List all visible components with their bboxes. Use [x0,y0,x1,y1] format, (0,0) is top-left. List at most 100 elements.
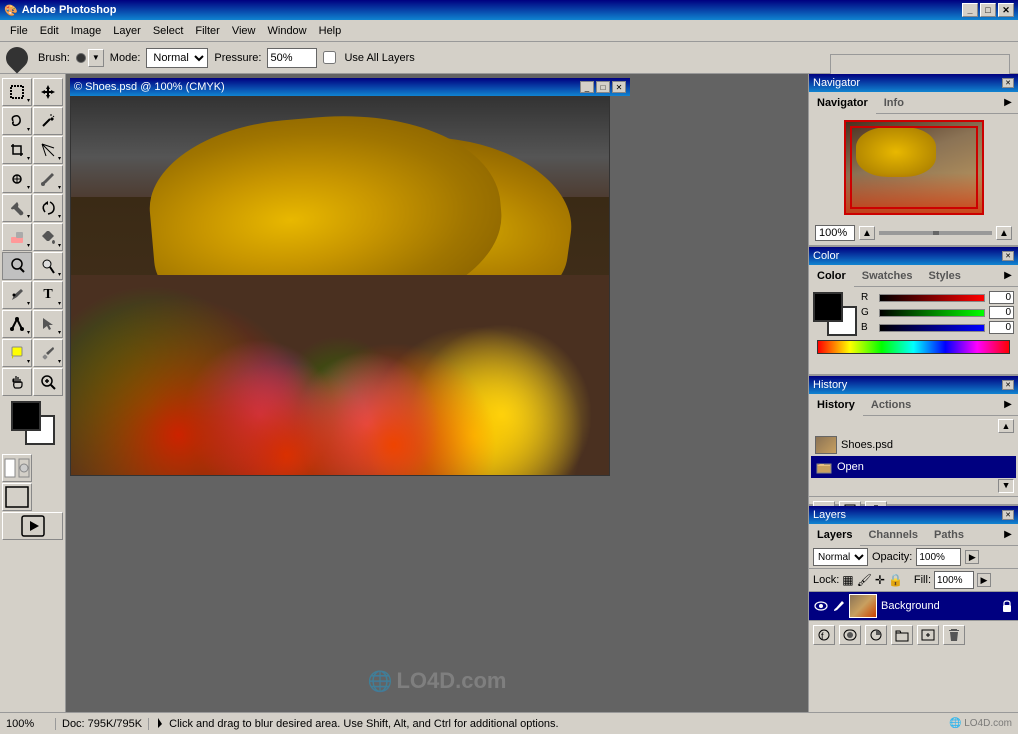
menu-window[interactable]: Window [262,23,313,39]
lock-position-button[interactable]: ✛ [875,573,885,587]
styles-tab[interactable]: Styles [920,265,968,287]
notes-tool[interactable]: ▾ [2,339,32,367]
screen-mode-standard[interactable] [2,483,32,511]
blur-tool[interactable] [2,252,32,280]
layers-panel-menu[interactable]: ▶ [1000,527,1016,543]
layer-visibility-button[interactable] [813,598,829,614]
info-tab[interactable]: Info [876,92,912,114]
history-tab[interactable]: History [809,394,863,416]
channels-tab[interactable]: Channels [860,524,926,546]
doc-close-button[interactable]: ✕ [612,81,626,93]
swatches-tab[interactable]: Swatches [854,265,921,287]
b-value[interactable]: 0 [989,321,1014,334]
fill-input[interactable] [934,571,974,589]
zoom-slider[interactable] [879,231,992,235]
layer-style-button[interactable]: f [813,625,835,645]
dodge-tool[interactable]: ▾ [33,252,63,280]
r-value[interactable]: 0 [989,291,1014,304]
zoom-in-button[interactable]: ▲ [996,226,1012,240]
history-panel-menu[interactable]: ▶ [1000,397,1016,413]
lasso-tool[interactable]: ▾ [2,107,32,135]
mode-select[interactable]: Normal [146,48,208,68]
opacity-arrow[interactable]: ▶ [965,550,979,564]
r-slider[interactable] [879,294,985,302]
lock-transparency-button[interactable]: ▦ [842,573,853,587]
layer-blend-mode[interactable]: Normal [813,548,868,566]
brush-dropdown[interactable]: ▼ [88,49,104,67]
eraser-tool[interactable]: ▾ [2,223,32,251]
color-spectrum[interactable] [817,340,1010,354]
navigator-panel-menu[interactable]: ▶ [1000,95,1016,111]
fill-arrow[interactable]: ▶ [977,573,991,587]
slice-tool[interactable]: ▾ [33,136,63,164]
color-close-button[interactable]: ✕ [1002,251,1014,261]
history-brush-tool[interactable]: ▾ [33,194,63,222]
brush-picker[interactable]: ▼ [76,49,104,67]
minimize-button[interactable]: _ [962,3,978,17]
lock-all-button[interactable]: 🔒 [888,573,903,587]
layers-close-button[interactable]: ✕ [1002,510,1014,520]
hand-tool[interactable] [2,368,32,396]
menu-image[interactable]: Image [65,23,108,39]
pen-tool[interactable]: ▾ [2,281,32,309]
zoom-out-button[interactable]: ▲ [859,226,875,240]
maximize-button[interactable]: □ [980,3,996,17]
close-button[interactable]: ✕ [998,3,1014,17]
zoom-input[interactable] [815,225,855,241]
paths-tab[interactable]: Paths [926,524,972,546]
crop-tool[interactable]: ▾ [2,136,32,164]
history-scroll-down[interactable]: ▲ [998,479,1014,493]
history-close-button[interactable]: ✕ [1002,380,1014,390]
navigator-tab[interactable]: Navigator [809,92,876,114]
g-slider[interactable] [879,309,985,317]
foreground-color-swatch[interactable] [11,401,41,431]
delete-layer-button[interactable] [943,625,965,645]
history-item-shoespsd[interactable]: Shoes.psd [811,434,1016,456]
direct-selection-tool[interactable]: ▾ [33,310,63,338]
path-selection-tool[interactable]: ▾ [2,310,32,338]
menu-edit[interactable]: Edit [34,23,65,39]
menu-file[interactable]: File [4,23,34,39]
rectangular-marquee-tool[interactable]: ▾ [2,78,32,106]
color-tab[interactable]: Color [809,265,854,287]
use-all-layers-checkbox[interactable] [323,51,336,64]
eyedropper-tool[interactable]: ▾ [33,339,63,367]
menu-select[interactable]: Select [147,23,190,39]
menu-view[interactable]: View [226,23,262,39]
paint-bucket-tool[interactable]: ▾ [33,223,63,251]
opacity-input[interactable] [916,548,961,566]
jump-to-imageready[interactable] [2,512,63,540]
pressure-input[interactable] [267,48,317,68]
menu-filter[interactable]: Filter [189,23,225,39]
layers-tab[interactable]: Layers [809,524,860,546]
color-panel-menu[interactable]: ▶ [1000,268,1016,284]
history-scroll-up[interactable]: ▲ [998,419,1014,433]
type-tool[interactable]: T ▾ [33,281,63,309]
doc-maximize-button[interactable]: □ [596,81,610,93]
healing-brush-tool[interactable]: ▾ [2,165,32,193]
history-item-open[interactable]: Open [811,456,1016,478]
new-layer-group-button[interactable] [891,625,913,645]
document-canvas[interactable] [70,96,610,476]
menu-layer[interactable]: Layer [107,23,147,39]
clone-stamp-tool[interactable]: ▾ [2,194,32,222]
navigator-close-button[interactable]: ✕ [1002,78,1014,88]
left-toolbar: ▾ ▾ ▾ ▾ [0,74,66,734]
zoom-tool[interactable] [33,368,63,396]
move-tool[interactable] [33,78,63,106]
document-titlebar: © Shoes.psd @ 100% (CMYK) _ □ ✕ [70,78,630,96]
new-fill-layer-button[interactable] [865,625,887,645]
quick-mask-mode[interactable] [2,454,32,482]
layer-mask-button[interactable] [839,625,861,645]
doc-minimize-button[interactable]: _ [580,81,594,93]
magic-wand-tool[interactable] [33,107,63,135]
b-slider[interactable] [879,324,985,332]
actions-tab[interactable]: Actions [863,394,919,416]
brush-tool[interactable]: ▾ [33,165,63,193]
fg-color-box[interactable] [813,292,843,322]
new-layer-button[interactable] [917,625,939,645]
g-value[interactable]: 0 [989,306,1014,319]
layer-item-background[interactable]: Background [809,592,1018,620]
lock-pixels-button[interactable]: 🖌 [857,573,872,587]
menu-help[interactable]: Help [313,23,348,39]
